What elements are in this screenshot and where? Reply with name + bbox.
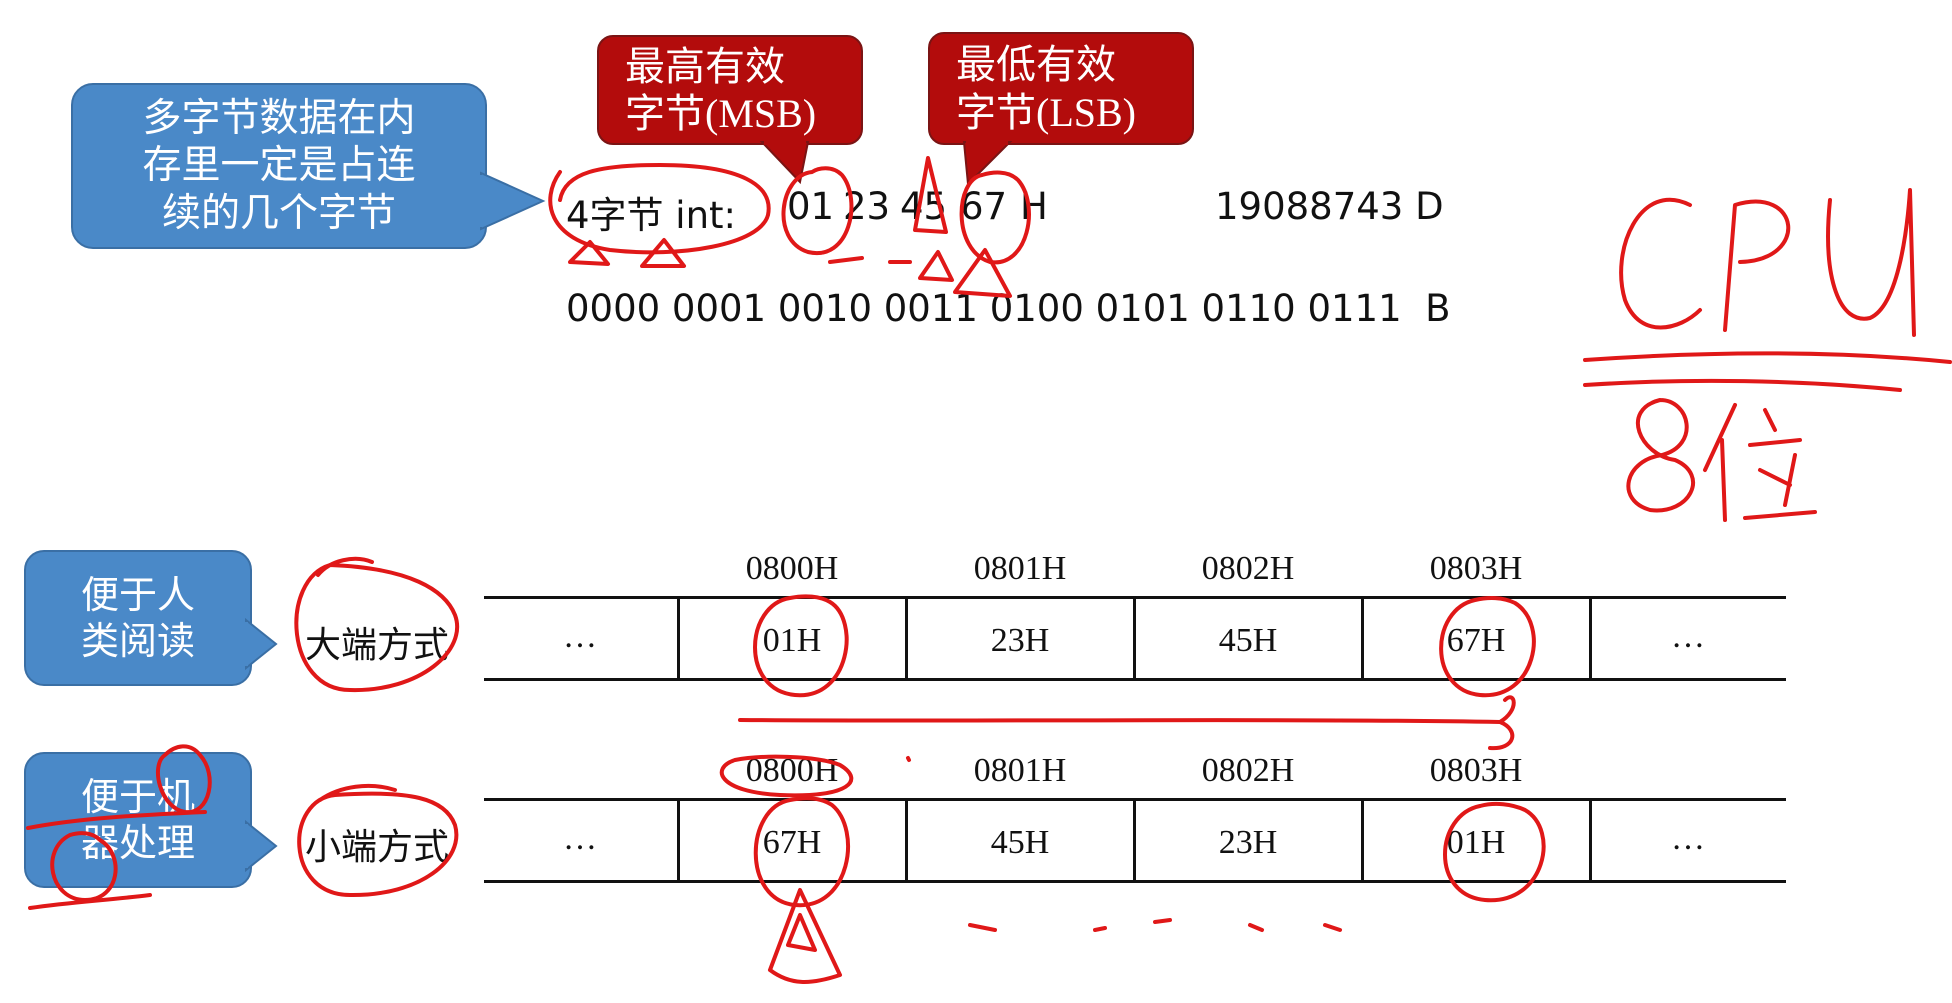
ink-circle-lsb-byte [959, 170, 1031, 265]
ink-underline [1583, 378, 1902, 392]
ink-circle-address [719, 754, 854, 798]
ink-dash [1248, 923, 1264, 932]
ink-circle-cell [1443, 801, 1546, 903]
ink-triangle-mark [568, 240, 610, 266]
ink-dot [906, 756, 911, 762]
ink-connector-line [738, 695, 1516, 751]
ink-strike-line [28, 893, 152, 910]
ink-letter-c [1619, 197, 1702, 330]
ink-triangle-mark [918, 250, 954, 282]
ink-circle-cell [753, 796, 851, 908]
ink-dash [1323, 923, 1342, 932]
ink-char-wei [1703, 403, 1817, 522]
ink-circle-int-label [548, 163, 771, 255]
ink-circle-little-endian [297, 783, 459, 898]
ink-letter-u [1826, 188, 1916, 337]
ink-circle-cell [753, 594, 849, 698]
ink-dash [828, 256, 864, 264]
ink-dash [968, 923, 997, 932]
ink-digit-8 [1626, 398, 1695, 513]
ink-circle-char [155, 744, 212, 815]
ink-dash [1093, 926, 1107, 932]
ink-underline [1583, 351, 1952, 364]
ink-triangle-mark [913, 156, 948, 234]
ink-strike-line [26, 810, 207, 830]
handwritten-annotations [26, 156, 1952, 984]
ink-circle-big-endian [294, 556, 459, 693]
ink-dash [1153, 918, 1172, 924]
ink-circle-msb-byte [781, 166, 854, 256]
ink-letter-p [1723, 199, 1791, 332]
ink-circle-cell [1439, 596, 1536, 698]
ink-triangle-mark [953, 248, 1012, 298]
ink-triangle-mark [768, 888, 842, 984]
ink-circle-char [50, 831, 118, 902]
